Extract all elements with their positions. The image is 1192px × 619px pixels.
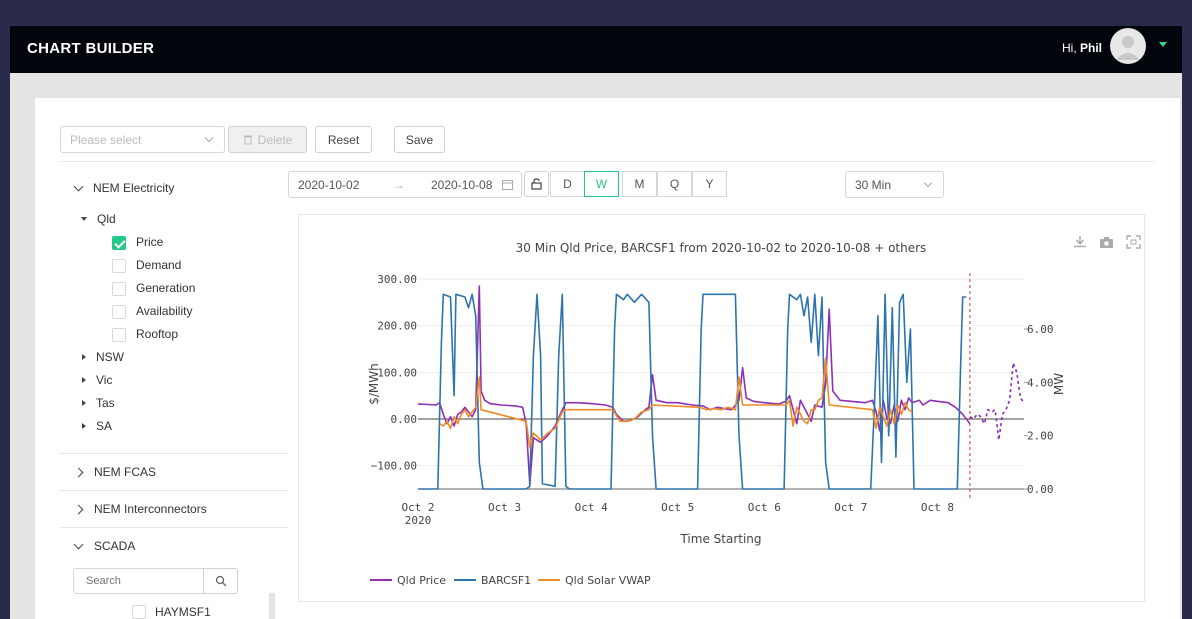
caret-right-icon bbox=[82, 423, 86, 429]
delete-label: Delete bbox=[257, 132, 293, 147]
tree-vic[interactable]: Vic bbox=[82, 373, 112, 387]
tree-nem-interconnectors-label: NEM Interconnectors bbox=[94, 502, 207, 516]
tree-nem-interconnectors[interactable]: NEM Interconnectors bbox=[73, 502, 207, 516]
chevron-down-icon bbox=[204, 133, 214, 143]
tree-divider bbox=[60, 490, 288, 491]
chevron-right-icon bbox=[73, 504, 84, 514]
demand-checkbox[interactable] bbox=[112, 259, 126, 273]
chevron-down-icon bbox=[73, 539, 84, 549]
tree-divider bbox=[60, 527, 288, 528]
save-button[interactable]: Save bbox=[394, 126, 445, 153]
tree-nem-electricity-label: NEM Electricity bbox=[93, 181, 175, 195]
caret-right-icon bbox=[82, 377, 86, 383]
chevron-down-icon bbox=[923, 178, 933, 188]
reset-button[interactable]: Reset bbox=[315, 126, 372, 153]
scada-search-input[interactable] bbox=[73, 568, 204, 594]
trash-icon bbox=[243, 135, 252, 145]
search-icon bbox=[215, 575, 226, 587]
tree-qld[interactable]: Qld bbox=[81, 212, 116, 226]
tree-item-availability[interactable]: Availability bbox=[136, 304, 192, 318]
search-button[interactable] bbox=[203, 568, 238, 594]
lock-button[interactable] bbox=[524, 171, 549, 197]
interval-select[interactable]: 30 Min bbox=[845, 171, 944, 198]
tree-item-price[interactable]: Price bbox=[136, 235, 163, 249]
main-card: Please select Delete Reset Save NEM Elec… bbox=[35, 98, 1180, 619]
unlock-icon bbox=[531, 178, 542, 190]
tree-qld-label: Qld bbox=[97, 212, 116, 226]
tree-scrollbar[interactable] bbox=[269, 593, 275, 619]
series-select[interactable]: Please select bbox=[60, 126, 225, 153]
period-m[interactable]: M bbox=[622, 171, 657, 197]
availability-checkbox[interactable] bbox=[112, 305, 126, 319]
range-start[interactable]: 2020-10-02 bbox=[298, 178, 359, 192]
avatar[interactable] bbox=[1110, 28, 1146, 64]
user-menu-caret-icon[interactable] bbox=[1159, 42, 1167, 47]
tree-nsw[interactable]: NSW bbox=[82, 350, 124, 364]
tree-sa-label: SA bbox=[96, 419, 113, 433]
period-y[interactable]: Y bbox=[692, 171, 727, 197]
tree-item-demand[interactable]: Demand bbox=[136, 258, 181, 272]
chart-panel bbox=[298, 214, 1145, 602]
app-title: CHART BUILDER bbox=[27, 40, 155, 57]
caret-right-icon bbox=[82, 354, 86, 360]
chevron-down-icon bbox=[73, 181, 84, 191]
date-range-picker[interactable]: 2020-10-02 → 2020-10-08 bbox=[288, 171, 522, 198]
delete-button[interactable]: Delete bbox=[228, 126, 307, 153]
tree-divider bbox=[60, 453, 288, 454]
tree-nsw-label: NSW bbox=[96, 350, 124, 364]
toolbar-divider bbox=[60, 161, 1155, 162]
range-arrow-icon: → bbox=[393, 177, 405, 192]
period-d[interactable]: D bbox=[550, 171, 585, 197]
tree-item-rooftop[interactable]: Rooftop bbox=[136, 327, 178, 341]
interval-value: 30 Min bbox=[855, 177, 892, 192]
tree-scada-label: SCADA bbox=[94, 539, 136, 553]
period-q[interactable]: Q bbox=[657, 171, 692, 197]
tree-item-generation[interactable]: Generation bbox=[136, 281, 195, 295]
tree-nem-fcas[interactable]: NEM FCAS bbox=[73, 465, 157, 479]
generation-checkbox[interactable] bbox=[112, 282, 126, 296]
tree-nem-electricity[interactable]: NEM Electricity bbox=[73, 181, 175, 195]
tree-tas[interactable]: Tas bbox=[82, 396, 115, 410]
rooftop-checkbox[interactable] bbox=[112, 328, 126, 342]
tree-scada[interactable]: SCADA bbox=[73, 539, 136, 553]
greeting-text: Hi, bbox=[1062, 41, 1077, 55]
user-greeting: Hi, Phil bbox=[1062, 41, 1102, 55]
top-bar: CHART BUILDER Hi, Phil bbox=[10, 26, 1182, 73]
haymsf1-checkbox[interactable] bbox=[132, 605, 146, 619]
tree-nem-fcas-label: NEM FCAS bbox=[94, 465, 157, 479]
caret-right-icon bbox=[82, 400, 86, 406]
tree-item-haymsf1[interactable]: HAYMSF1 bbox=[155, 605, 211, 619]
tree-vic-label: Vic bbox=[96, 373, 113, 387]
calendar-icon bbox=[502, 180, 513, 190]
chevron-right-icon bbox=[73, 467, 84, 477]
price-checkbox[interactable] bbox=[112, 236, 126, 250]
range-end[interactable]: 2020-10-08 bbox=[431, 178, 492, 192]
series-select-placeholder: Please select bbox=[70, 132, 142, 147]
tree-tas-label: Tas bbox=[96, 396, 115, 410]
period-w[interactable]: W bbox=[584, 171, 619, 197]
tree-sa[interactable]: SA bbox=[82, 419, 112, 433]
caret-down-icon bbox=[81, 217, 87, 221]
user-name: Phil bbox=[1080, 41, 1103, 55]
user-icon bbox=[1116, 36, 1140, 60]
